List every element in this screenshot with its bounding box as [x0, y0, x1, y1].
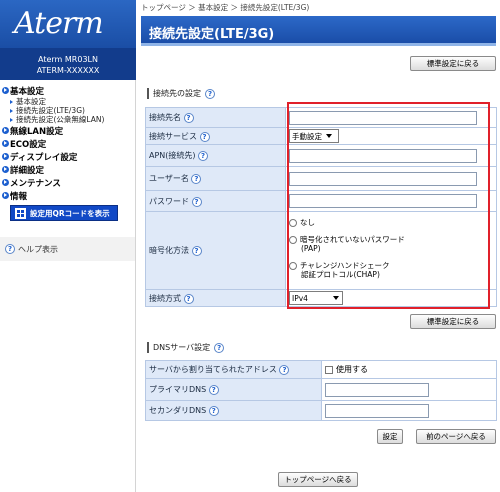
- help-icon[interactable]: ?: [208, 406, 219, 416]
- breadcrumb: トップページ ＞ 基本設定 ＞ 接続先設定(LTE/3G): [141, 3, 310, 12]
- back-button[interactable]: 前のページへ戻る: [416, 429, 496, 444]
- sidebar-item-advanced[interactable]: 詳細設定: [2, 163, 134, 176]
- help-icon[interactable]: ?: [183, 113, 194, 123]
- help-icon[interactable]: ?: [214, 342, 225, 353]
- apn-label: APN(接続先) ?: [145, 144, 286, 167]
- sidebar-item-maintenance[interactable]: メンテナンス: [2, 176, 134, 189]
- triangle-icon: [10, 108, 13, 113]
- primary-dns-label: プライマリDNS ?: [145, 378, 322, 401]
- help-icon[interactable]: ?: [191, 196, 202, 207]
- reset-default-button-top[interactable]: 標準設定に戻る: [410, 56, 496, 71]
- connection-section-heading: 接続先の設定 ?: [147, 88, 218, 99]
- help-icon[interactable]: ?: [205, 88, 215, 99]
- app-root: Aterm Aterm MR03LN ATERM-XXXXXX 基本設定 基本設…: [0, 0, 500, 492]
- help-icon[interactable]: ?: [183, 293, 194, 304]
- arrow-bullet-icon: [2, 179, 9, 186]
- set-button[interactable]: 設定: [377, 429, 403, 444]
- page-title-bar: 接続先設定(LTE/3G): [141, 16, 496, 46]
- help-icon[interactable]: ?: [191, 246, 202, 256]
- sidebar: Aterm Aterm MR03LN ATERM-XXXXXX 基本設定 基本設…: [0, 0, 136, 492]
- primary-dns-input[interactable]: [325, 382, 429, 397]
- arrow-bullet-icon: [2, 192, 9, 199]
- connection-service-label: 接続サービス ?: [145, 127, 286, 145]
- help-icon[interactable]: ?: [279, 365, 290, 375]
- arrow-bullet-icon: [2, 153, 9, 160]
- dns-settings-table: サーバから割り当てられたアドレス ? 使用する プライマリDNS ? セカンダリ…: [145, 360, 497, 421]
- sidebar-item-info[interactable]: 情報: [2, 189, 134, 202]
- main-content: トップページ ＞ 基本設定 ＞ 接続先設定(LTE/3G) 接続先設定(LTE/…: [137, 0, 500, 492]
- arrow-bullet-icon: [2, 166, 9, 173]
- logo: Aterm: [14, 6, 104, 41]
- reset-default-button-mid[interactable]: 標準設定に戻る: [410, 314, 496, 329]
- username-label: ユーザー名 ?: [145, 166, 286, 191]
- device-id: ATERM-XXXXXX: [36, 66, 100, 75]
- device-info: Aterm MR03LN ATERM-XXXXXX: [0, 48, 136, 80]
- auth-method-label: 暗号化方法 ?: [145, 211, 286, 290]
- help-icon[interactable]: ?: [198, 151, 209, 161]
- dns-auto-label: サーバから割り当てられたアドレス ?: [145, 360, 322, 379]
- help-icon[interactable]: ?: [208, 385, 219, 395]
- help-link[interactable]: ? ヘルプ表示: [0, 237, 135, 261]
- sidebar-item-display[interactable]: ディスプレイ設定: [2, 150, 134, 163]
- dns-section-heading: DNSサーバ設定 ?: [147, 342, 227, 353]
- sidebar-item-eco[interactable]: ECO設定: [2, 137, 134, 150]
- dns-auto-checkbox[interactable]: [325, 365, 333, 374]
- arrow-bullet-icon: [2, 140, 9, 147]
- qr-code-button[interactable]: 設定用QRコードを表示: [10, 205, 118, 221]
- model-name: Aterm MR03LN: [38, 55, 98, 64]
- qr-code-icon: [15, 207, 26, 219]
- help-icon: ?: [5, 244, 15, 254]
- triangle-icon: [10, 117, 13, 122]
- top-page-button[interactable]: トップページへ戻る: [278, 472, 358, 487]
- connection-name-label: 接続先名 ?: [145, 107, 286, 128]
- sidebar-subitem-public-wlan[interactable]: 接続先設定(公衆無線LAN): [2, 115, 134, 124]
- triangle-icon: [10, 99, 13, 104]
- logo-area: Aterm Aterm MR03LN ATERM-XXXXXX: [0, 0, 136, 80]
- secondary-dns-input[interactable]: [325, 403, 429, 418]
- password-label: パスワード ?: [145, 190, 286, 212]
- sidebar-nav: 基本設定 基本設定 接続先設定(LTE/3G) 接続先設定(公衆無線LAN) 無…: [2, 84, 134, 221]
- dns-auto-option: 使用する: [336, 365, 368, 374]
- connection-method-label: 接続方式 ?: [145, 289, 286, 307]
- arrow-bullet-icon: [2, 127, 9, 134]
- sidebar-item-wireless[interactable]: 無線LAN設定: [2, 124, 134, 137]
- help-icon[interactable]: ?: [191, 174, 202, 184]
- page-title: 接続先設定(LTE/3G): [149, 27, 275, 42]
- arrow-bullet-icon: [2, 87, 9, 94]
- highlight-frame: [287, 102, 490, 309]
- secondary-dns-label: セカンダリDNS ?: [145, 400, 322, 421]
- help-icon[interactable]: ?: [199, 131, 210, 142]
